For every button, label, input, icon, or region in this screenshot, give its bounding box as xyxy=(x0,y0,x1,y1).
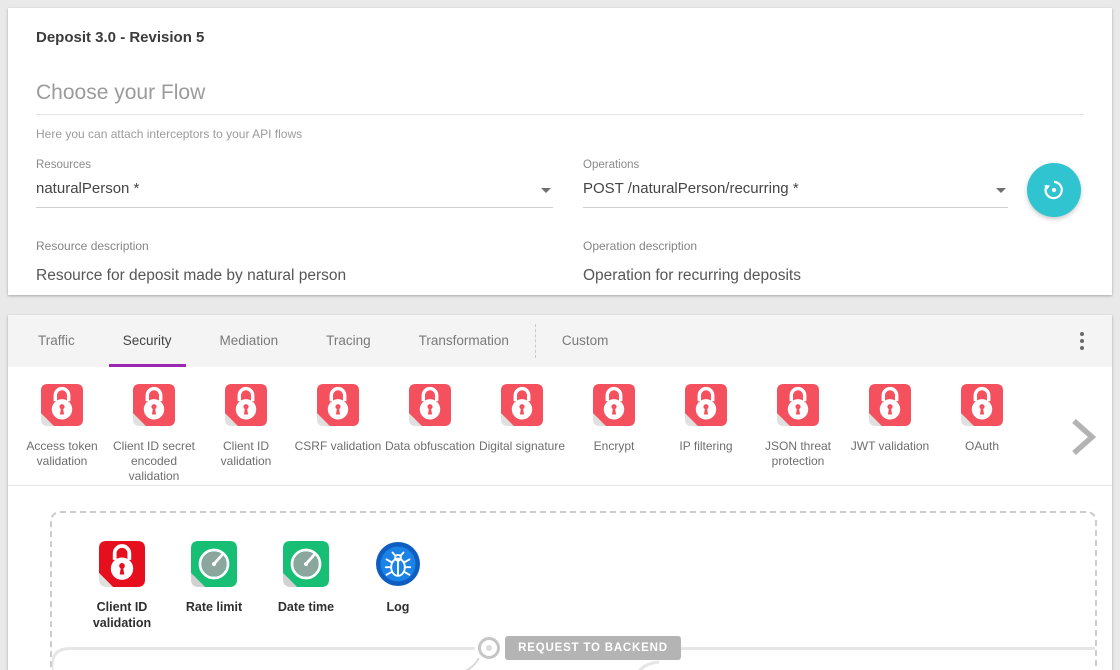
operations-value: POST /naturalPerson/recurring * xyxy=(583,179,1008,198)
palette-item[interactable]: Client ID validation xyxy=(200,384,292,485)
history-icon xyxy=(1041,177,1067,203)
palette-next-button[interactable] xyxy=(1070,417,1096,462)
palette-item[interactable]: CSRF validation xyxy=(292,384,384,485)
tab-mediation[interactable]: Mediation xyxy=(196,315,303,367)
flow-interceptor[interactable]: Date time xyxy=(260,541,352,631)
revision-history-button[interactable] xyxy=(1027,163,1081,217)
lock-icon xyxy=(593,384,635,426)
resource-description-value: Resource for deposit made by natural per… xyxy=(36,266,583,285)
flow-picker-card: Deposit 3.0 - Revision 5 Choose your Flo… xyxy=(8,8,1112,295)
lock-icon xyxy=(777,384,819,426)
bug-icon xyxy=(375,541,421,587)
flow-interceptor[interactable]: Client ID validation xyxy=(76,541,168,631)
lock-icon xyxy=(41,384,83,426)
lock-icon xyxy=(409,384,451,426)
page-title: Deposit 3.0 - Revision 5 xyxy=(36,8,1084,46)
tab-group-divider xyxy=(535,324,536,358)
gauge-icon xyxy=(191,541,237,587)
chevron-down-icon xyxy=(996,188,1006,193)
palette-item[interactable]: Access token validation xyxy=(16,384,108,485)
lock-icon xyxy=(501,384,543,426)
operations-label: Operations xyxy=(583,159,1008,172)
palette-item[interactable]: Data obfuscation xyxy=(384,384,476,485)
tab-traffic[interactable]: Traffic xyxy=(14,315,99,367)
tab-security[interactable]: Security xyxy=(99,315,196,367)
interceptor-category-tabs: Traffic Security Mediation Tracing Trans… xyxy=(8,315,1112,367)
flow-selectors-row: Resources naturalPerson * Operations POS… xyxy=(36,159,1084,217)
resources-value: naturalPerson * xyxy=(36,179,553,198)
attached-interceptors-row: Client ID validation Rate limit Date tim… xyxy=(52,513,1095,631)
chevron-down-icon xyxy=(541,188,551,193)
lock-icon xyxy=(317,384,359,426)
resource-description-label: Resource description xyxy=(36,239,583,253)
lock-icon xyxy=(225,384,267,426)
lock-icon xyxy=(133,384,175,426)
descriptions-row: Resource description Resource for deposi… xyxy=(36,239,1084,285)
palette-item[interactable]: IP filtering xyxy=(660,384,752,485)
tab-tracing[interactable]: Tracing xyxy=(302,315,395,367)
operation-description-label: Operation description xyxy=(583,239,801,253)
palette-item[interactable]: Client ID secret encoded validation xyxy=(108,384,200,485)
flow-drop-zone[interactable]: Client ID validation Rate limit Date tim… xyxy=(50,511,1097,670)
flow-interceptor[interactable]: Log xyxy=(352,541,444,631)
lock-icon xyxy=(961,384,1003,426)
resources-select[interactable]: Resources naturalPerson * xyxy=(36,159,553,208)
palette-item[interactable]: OAuth xyxy=(936,384,1028,485)
lock-icon xyxy=(685,384,727,426)
resources-label: Resources xyxy=(36,159,553,172)
operation-description-value: Operation for recurring deposits xyxy=(583,266,801,285)
palette-item[interactable]: JWT validation xyxy=(844,384,936,485)
flow-interceptor[interactable]: Rate limit xyxy=(168,541,260,631)
palette-item[interactable]: Digital signature xyxy=(476,384,568,485)
tab-custom[interactable]: Custom xyxy=(538,315,633,367)
section-title: Choose your Flow xyxy=(36,81,1084,115)
palette-item[interactable]: Encrypt xyxy=(568,384,660,485)
operations-select[interactable]: Operations POST /naturalPerson/recurring… xyxy=(583,159,1008,208)
gauge-icon xyxy=(283,541,329,587)
flow-node-circle xyxy=(478,637,500,659)
palette-item[interactable]: JSON threat protection xyxy=(752,384,844,485)
more-options-icon[interactable] xyxy=(1076,328,1088,354)
interceptor-palette: Access token validation Client ID secret… xyxy=(8,367,1112,486)
lock-icon xyxy=(99,541,145,587)
chevron-right-icon xyxy=(1070,417,1096,457)
operation-description-block: Operation description Operation for recu… xyxy=(583,239,801,285)
resource-description-block: Resource description Resource for deposi… xyxy=(36,239,583,285)
request-to-backend-badge: REQUEST TO BACKEND xyxy=(505,636,681,660)
interceptors-card: Traffic Security Mediation Tracing Trans… xyxy=(8,315,1112,670)
lock-icon xyxy=(869,384,911,426)
tab-transformation[interactable]: Transformation xyxy=(395,315,533,367)
section-subtitle: Here you can attach interceptors to your… xyxy=(36,127,1084,141)
